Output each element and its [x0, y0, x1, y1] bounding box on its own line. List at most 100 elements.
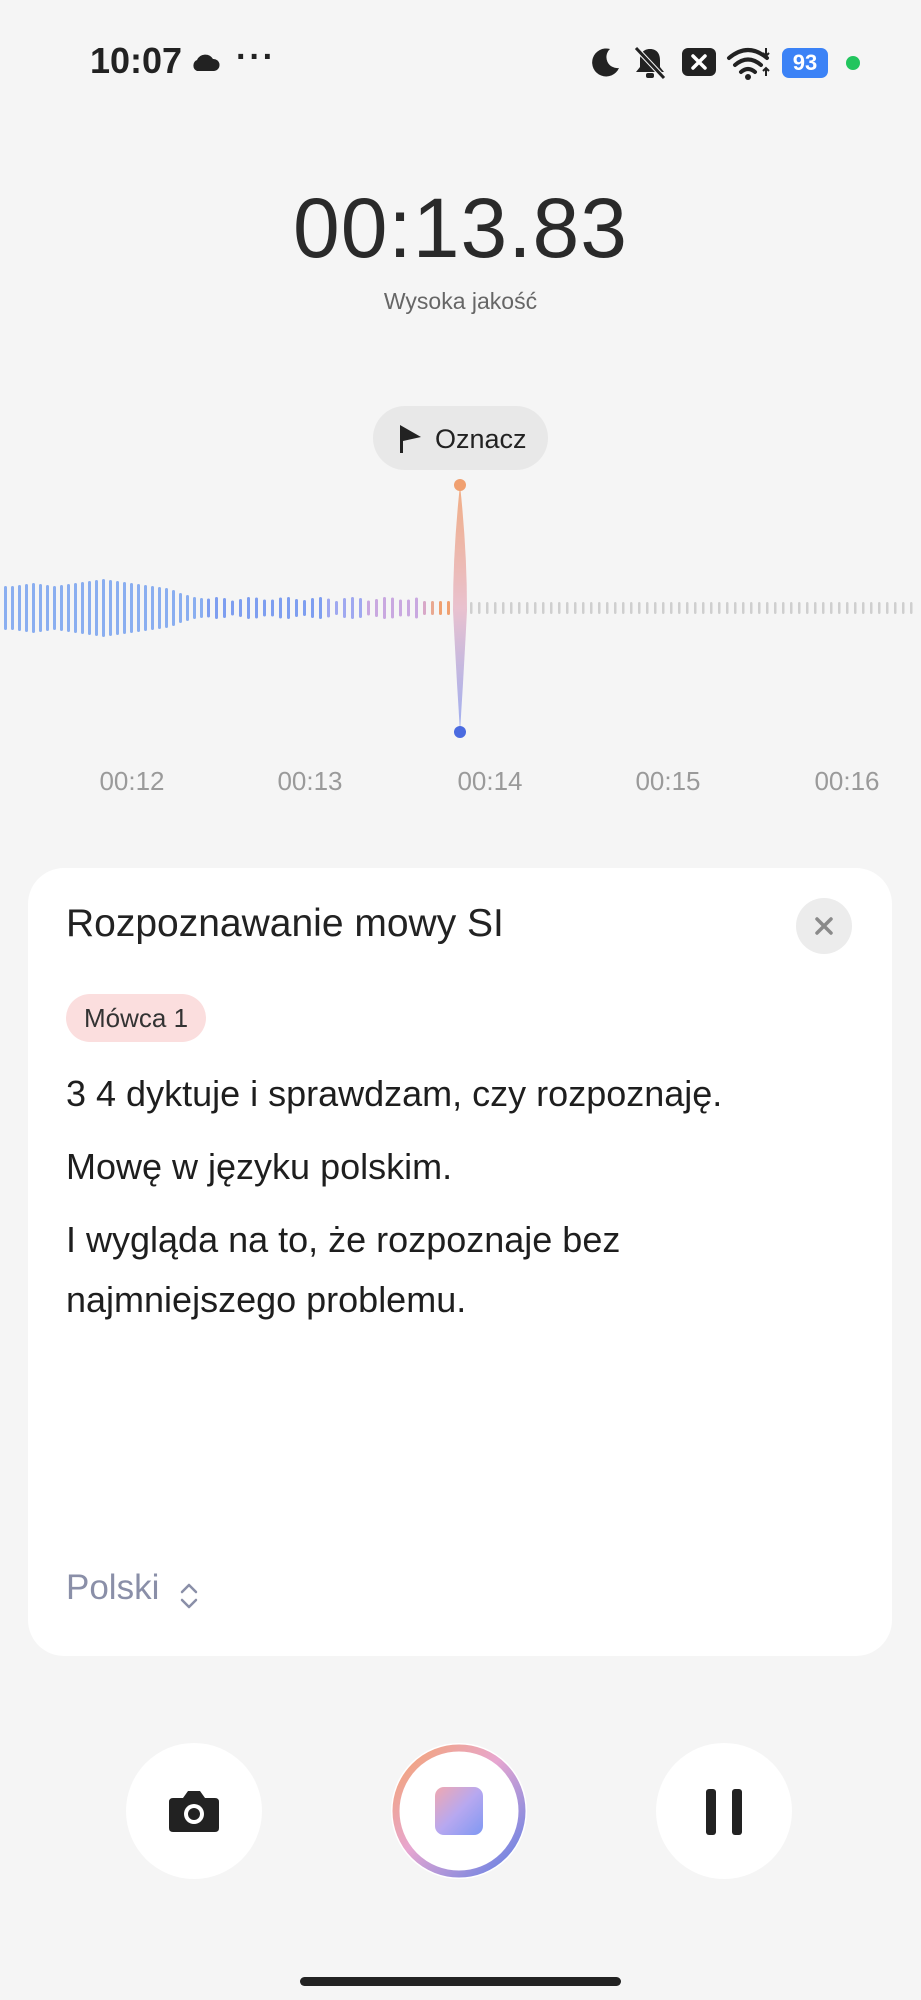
- waveform-bar: [247, 597, 250, 619]
- timeline-label: 00:13: [277, 766, 343, 796]
- mute-icon: [634, 46, 666, 80]
- waveform-bar: [271, 599, 274, 617]
- waveform-bar: [123, 582, 126, 634]
- waveform-bar: [470, 602, 473, 614]
- waveform-bar: [486, 602, 489, 614]
- waveform-bar: [200, 598, 203, 618]
- waveform-bar: [335, 601, 338, 615]
- playhead: [453, 485, 467, 732]
- waveform-bar: [662, 602, 665, 614]
- timeline: 00:12 00:13 00:14 00:15 00:16: [0, 766, 921, 806]
- waveform-bar: [53, 586, 56, 630]
- waveform-bar: [862, 602, 865, 614]
- home-indicator[interactable]: [300, 1977, 621, 1986]
- close-icon: [815, 917, 833, 935]
- close-panel-button[interactable]: [796, 898, 852, 954]
- waveform-bar: [60, 585, 63, 631]
- stop-recording-button[interactable]: [391, 1743, 527, 1879]
- waveform-bar: [878, 602, 881, 614]
- waveform-bar: [870, 602, 873, 614]
- waveform-bar: [750, 602, 753, 614]
- waveform-bar: [67, 584, 70, 632]
- waveform-bar: [431, 601, 434, 615]
- language-selector[interactable]: Polski: [66, 1568, 159, 1608]
- waveform-bar: [502, 602, 505, 614]
- waveform-bar: [798, 602, 801, 614]
- pause-icon: [706, 1789, 742, 1835]
- waveform-bar: [526, 602, 529, 614]
- waveform-bar: [574, 602, 577, 614]
- status-time: 10:07: [90, 40, 183, 81]
- waveform-bar: [158, 587, 161, 629]
- waveform-bar: [46, 585, 49, 631]
- waveform-bar: [327, 598, 330, 618]
- waveform-bar: [814, 602, 817, 614]
- waveform-bar: [838, 602, 841, 614]
- waveform-bar: [806, 602, 809, 614]
- pause-button[interactable]: [656, 1743, 792, 1879]
- waveform-bar: [32, 583, 35, 633]
- waveform-bar: [510, 602, 513, 614]
- mark-button[interactable]: Oznacz: [373, 406, 548, 470]
- waveform-bar: [367, 600, 370, 616]
- waveform-bar: [447, 601, 450, 615]
- waveform-bar: [81, 582, 84, 634]
- transcript-text: 3 4 dyktuje i sprawdzam, czy rozpoznaję.…: [66, 1064, 856, 1343]
- waveform-bar: [782, 602, 785, 614]
- waveform-bar: [590, 602, 593, 614]
- waveform-bar: [582, 602, 585, 614]
- waveform-bar: [39, 584, 42, 632]
- waveform-bar: [670, 602, 673, 614]
- camera-button[interactable]: [126, 1743, 262, 1879]
- waveform-bar: [606, 602, 609, 614]
- waveform-bar: [4, 586, 7, 630]
- playhead-bottom-dot: [454, 726, 466, 738]
- wifi-icon: [727, 48, 770, 80]
- camera-icon: [169, 1791, 219, 1832]
- waveform-bar: [343, 598, 346, 618]
- playhead-top-dot: [454, 479, 466, 491]
- waveform-bar: [391, 597, 394, 619]
- waveform-bar: [630, 602, 633, 614]
- waveform-bar: [558, 602, 561, 614]
- privacy-dot: [846, 56, 860, 70]
- waveform-bar: [766, 602, 769, 614]
- waveform-bar: [193, 597, 196, 619]
- waveform-bar: [654, 602, 657, 614]
- waveform-bar: [303, 600, 306, 616]
- waveform-bar: [415, 597, 418, 619]
- panel-title: Rozpoznawanie mowy SI: [66, 902, 504, 945]
- chevron-updown-icon[interactable]: [178, 1582, 200, 1610]
- sim-x-icon: [682, 48, 716, 76]
- waveform-bar: [311, 598, 314, 618]
- speaker-badge[interactable]: Mówca 1: [66, 994, 207, 1042]
- waveform-bar: [359, 598, 362, 618]
- waveform-bar: [534, 602, 537, 614]
- transcript-line: Mowę w języku polskim.: [66, 1146, 453, 1187]
- waveform-bar: [494, 602, 497, 614]
- battery-indicator: 93: [782, 48, 828, 78]
- waveform-bar: [846, 602, 849, 614]
- waveform-bar: [231, 600, 234, 616]
- waveform-bar: [375, 599, 378, 617]
- waveform-bar: [638, 602, 641, 614]
- waveform-bar: [742, 602, 745, 614]
- waveform-bar: [423, 601, 426, 615]
- waveform-bar: [758, 602, 761, 614]
- waveform-bar: [207, 598, 210, 618]
- recording-timer: 00:13.83: [293, 181, 628, 275]
- waveform-bar: [18, 585, 21, 631]
- waveform-bar: [598, 602, 601, 614]
- waveform-bar: [694, 602, 697, 614]
- waveform-bar: [74, 583, 77, 633]
- waveform-bar: [550, 602, 553, 614]
- waveform-bar: [734, 602, 737, 614]
- moon-icon: [592, 48, 619, 77]
- waveform-bar: [902, 602, 905, 614]
- waveform-bar: [614, 602, 617, 614]
- transcript-line: 3 4 dyktuje i sprawdzam, czy rozpoznaję.: [66, 1073, 723, 1114]
- waveform-bar: [646, 602, 649, 614]
- waveform-bar: [710, 602, 713, 614]
- speech-recognition-panel: Rozpoznawanie mowy SI Mówca 1 3 4 dyktuj…: [28, 868, 892, 1656]
- waveform-bar: [439, 601, 442, 615]
